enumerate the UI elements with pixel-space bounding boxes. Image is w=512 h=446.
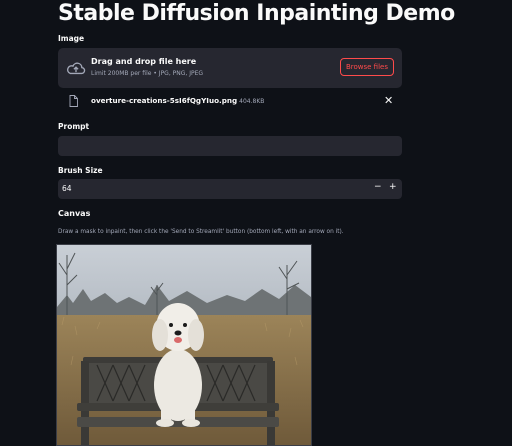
- cloud-upload-icon: [66, 62, 86, 75]
- page-title: Stable Diffusion Inpainting Demo: [58, 1, 455, 26]
- drawing-canvas[interactable]: [56, 244, 312, 446]
- uploaded-file-row: overture-creations-5sI6fQgYIuo.png 404.8K…: [58, 92, 402, 110]
- remove-file-icon[interactable]: ✕: [384, 94, 393, 107]
- brush-size-input[interactable]: 64 − +: [58, 179, 402, 199]
- dropzone-instruction: Drag and drop file here: [91, 57, 197, 66]
- increment-button[interactable]: +: [389, 182, 397, 192]
- canvas-heading: Canvas: [58, 209, 91, 218]
- file-name-text: overture-creations-5sI6fQgYIuo.png: [91, 96, 238, 105]
- dog-photo: [57, 245, 311, 445]
- brush-size-value[interactable]: 64: [62, 184, 72, 193]
- decrement-button[interactable]: −: [374, 182, 382, 192]
- browse-files-button[interactable]: Browse files: [339, 58, 394, 76]
- prompt-label: Prompt: [58, 122, 90, 131]
- file-icon: [69, 95, 78, 107]
- file-dropzone[interactable]: Drag and drop file here Limit 200MB per …: [58, 48, 402, 88]
- brush-size-label: Brush Size: [58, 166, 103, 175]
- file-size: 404.8KB: [239, 98, 265, 105]
- image-label: Image: [58, 34, 85, 43]
- prompt-input[interactable]: [58, 136, 402, 156]
- canvas-caption: Draw a mask to inpaint, then click the '…: [58, 229, 344, 235]
- uploaded-file-name: overture-creations-5sI6fQgYIuo.png 404.8K…: [91, 96, 264, 105]
- dropzone-limit: Limit 200MB per file • JPG, PNG, JPEG: [91, 70, 204, 77]
